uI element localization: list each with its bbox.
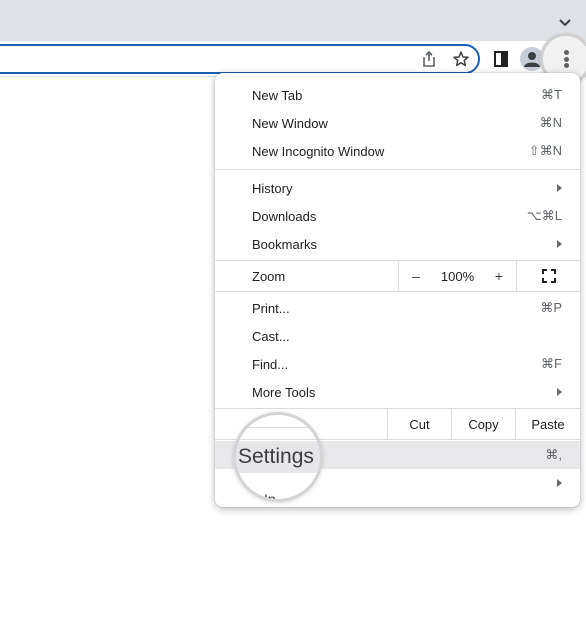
zoom-control: – 100% + — [398, 261, 517, 291]
menu-item-cast[interactable]: Cast... — [215, 322, 580, 350]
share-icon[interactable] — [420, 50, 438, 68]
menu-item-print[interactable]: Print... ⌘P — [215, 294, 580, 322]
address-bar[interactable] — [0, 44, 480, 74]
submenu-arrow-icon — [557, 479, 562, 487]
menu-item-find[interactable]: Find... ⌘F — [215, 350, 580, 378]
three-dot-menu-icon[interactable] — [558, 48, 574, 70]
menu-item-settings[interactable]: Settings ⌘, — [215, 441, 580, 469]
edit-row: Cut Copy Paste — [215, 409, 580, 440]
menu-item-label: Bookmarks — [252, 236, 318, 252]
fullscreen-icon[interactable] — [517, 261, 580, 291]
paste-button[interactable]: Paste — [515, 409, 580, 440]
chrome-menu: New Tab ⌘T New Window ⌘N New Incognito W… — [215, 73, 580, 507]
submenu-arrow-icon — [557, 184, 562, 192]
star-icon[interactable] — [452, 50, 470, 68]
menu-item-label: New Tab — [252, 87, 303, 103]
separator — [215, 169, 580, 170]
zoom-in-button[interactable]: + — [482, 268, 516, 284]
zoom-label: Zoom — [252, 269, 286, 284]
cut-button[interactable]: Cut — [387, 409, 451, 440]
menu-item-history[interactable]: History — [215, 174, 580, 202]
menu-item-label: New Window — [252, 115, 328, 131]
separator — [215, 439, 580, 440]
menu-item-help[interactable] — [215, 469, 580, 497]
submenu-arrow-icon — [557, 240, 562, 248]
menu-item-bookmarks[interactable]: Bookmarks — [215, 230, 580, 258]
copy-button[interactable]: Copy — [451, 409, 515, 440]
zoom-row: Zoom – 100% + — [215, 261, 580, 291]
shortcut: ⌘P — [540, 300, 562, 315]
menu-item-label: Cast... — [252, 328, 290, 344]
menu-item-label: Print... — [252, 300, 290, 316]
shortcut: ⇧⌘N — [528, 143, 562, 158]
shortcut: ⌘F — [541, 356, 562, 371]
menu-item-label: History — [252, 180, 293, 196]
shortcut: ⌘T — [541, 87, 562, 102]
menu-item-new-tab[interactable]: New Tab ⌘T — [215, 81, 580, 109]
shortcut: ⌥⌘L — [526, 208, 562, 223]
menu-item-new-window[interactable]: New Window ⌘N — [215, 109, 580, 137]
side-panel-icon[interactable] — [492, 50, 510, 68]
chevron-down-icon[interactable] — [558, 16, 572, 28]
separator — [215, 291, 580, 292]
submenu-arrow-icon — [557, 388, 562, 396]
zoom-out-button[interactable]: – — [399, 268, 433, 284]
shortcut: ⌘, — [545, 447, 562, 462]
menu-item-label: More Tools — [252, 384, 316, 400]
menu-item-more-tools[interactable]: More Tools — [215, 378, 580, 406]
tab-strip — [0, 0, 586, 41]
zoom-value: 100% — [440, 268, 475, 284]
menu-item-label: Find... — [252, 356, 289, 372]
menu-item-downloads[interactable]: Downloads ⌥⌘L — [215, 202, 580, 230]
menu-item-new-incognito-window[interactable]: New Incognito Window ⇧⌘N — [215, 137, 580, 165]
shortcut: ⌘N — [539, 115, 562, 130]
